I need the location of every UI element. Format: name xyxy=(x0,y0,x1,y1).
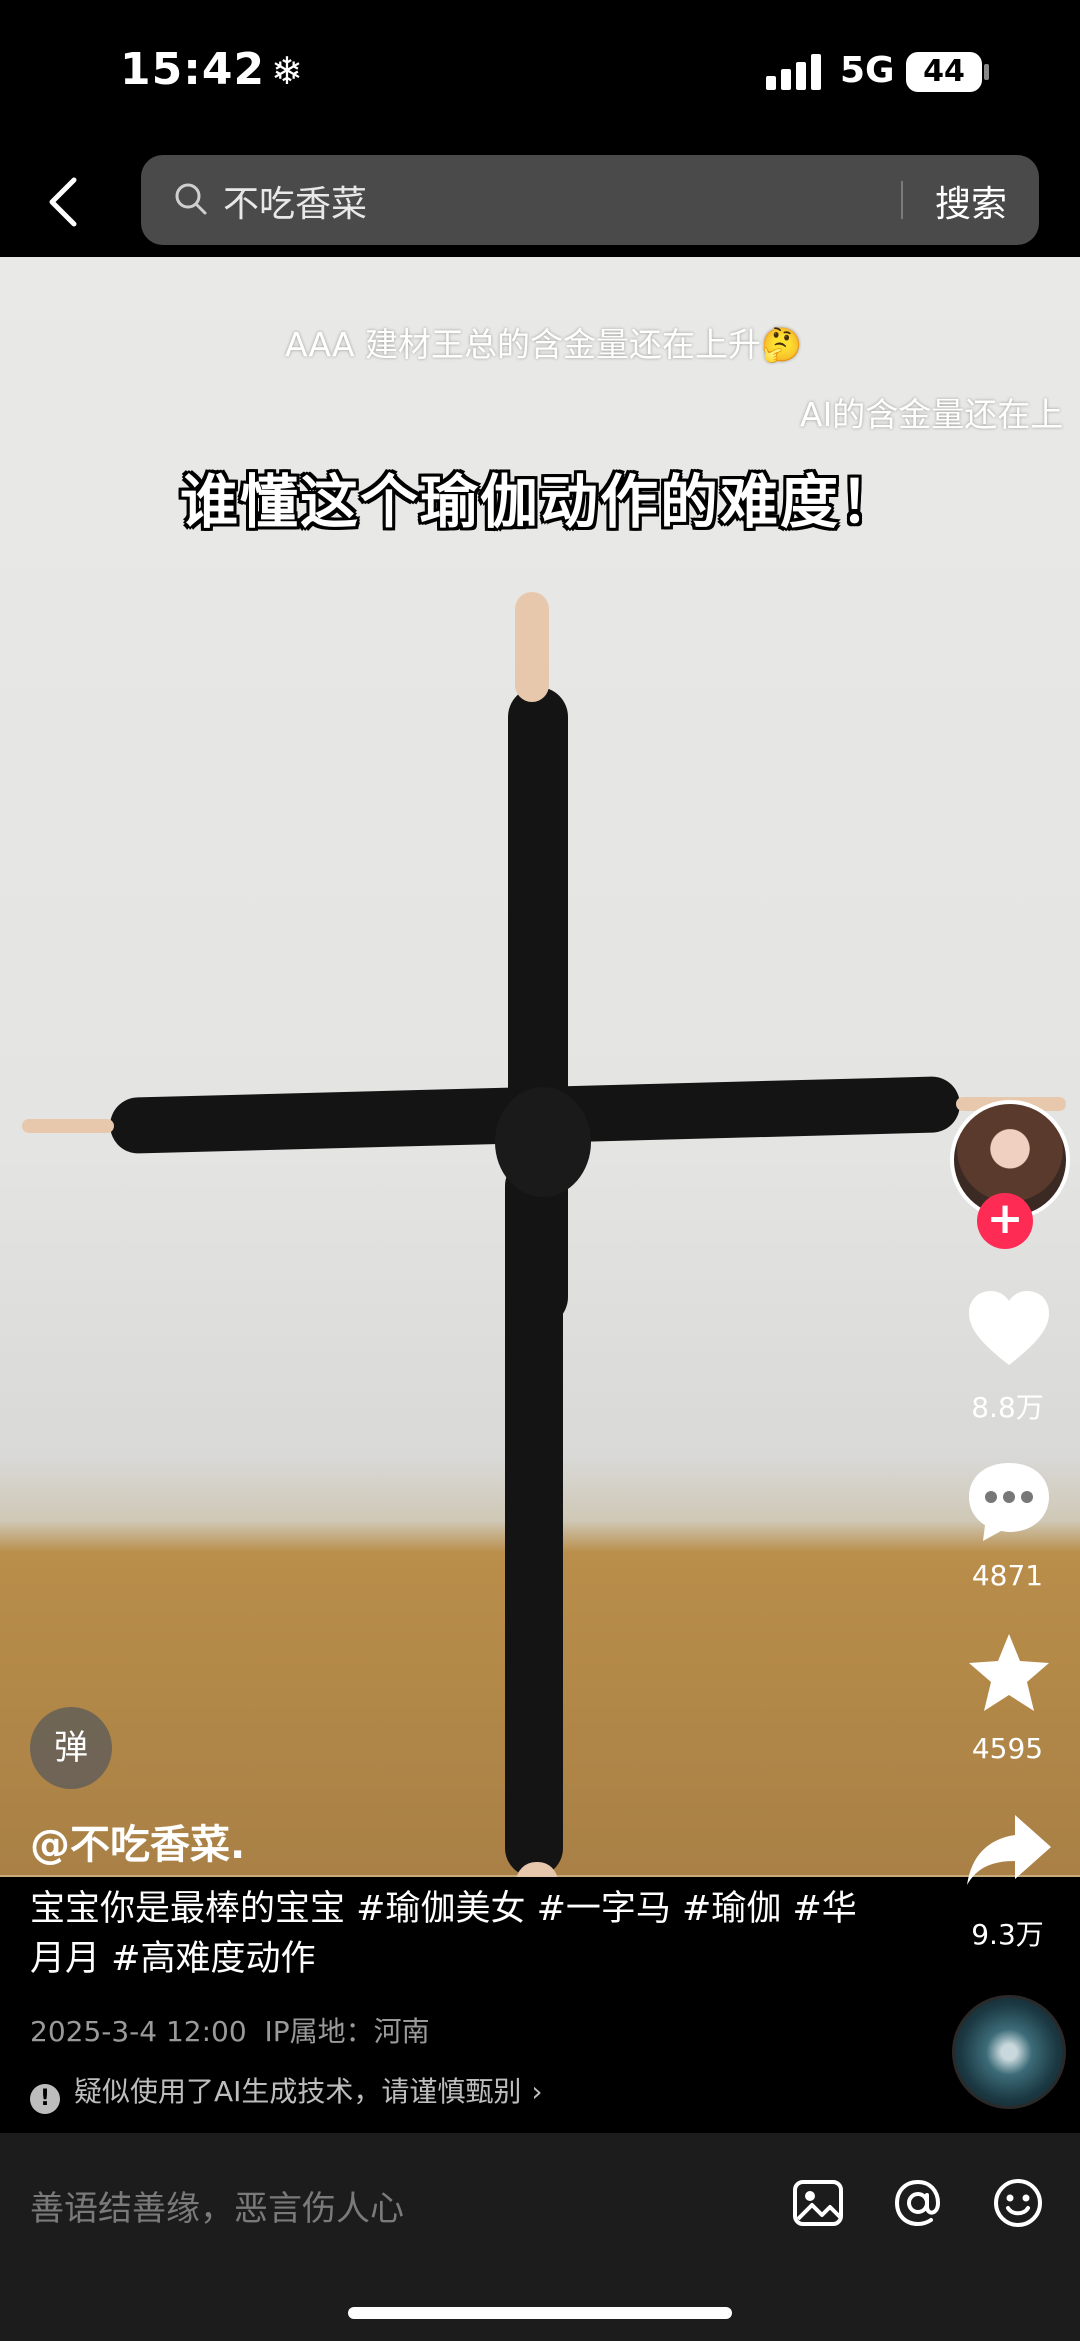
search-button[interactable]: 搜索 xyxy=(935,175,1007,227)
search-input[interactable]: 不吃香菜 xyxy=(223,175,367,227)
snowflake-icon: ❄ xyxy=(271,49,304,93)
home-indicator[interactable] xyxy=(348,2307,732,2319)
ip-location: IP属地：河南 xyxy=(264,2015,430,2048)
back-button[interactable] xyxy=(40,172,88,232)
search-icon xyxy=(175,183,207,215)
post-description: 宝宝你是最棒的宝宝 #瑜伽美女 #一字马 #瑜伽 #华月月 #高难度动作 xyxy=(30,1889,857,1979)
like-count: 8.8万 xyxy=(971,1391,1044,1424)
danmaku-comment: AI的含金量还在上 xyxy=(800,395,1064,434)
battery-tip xyxy=(984,64,989,80)
share-icon[interactable] xyxy=(963,1805,1055,1897)
battery-icon: 44 xyxy=(906,52,982,92)
emoji-icon[interactable] xyxy=(990,2175,1046,2231)
figure-lower-leg xyxy=(505,1157,563,1877)
comment-icon[interactable] xyxy=(963,1455,1055,1547)
figure-left-hand xyxy=(22,1119,114,1133)
search-bar[interactable]: 不吃香菜 搜索 xyxy=(141,155,1039,245)
image-icon[interactable] xyxy=(790,2175,846,2231)
post-meta: 2025-3-4 12:00 IP属地：河南 xyxy=(30,2010,430,2050)
chevron-left-icon xyxy=(49,177,77,227)
figure-top-foot xyxy=(515,592,549,702)
music-disc[interactable] xyxy=(952,1995,1066,2109)
signal-icon xyxy=(766,54,822,90)
ai-notice-text: 疑似使用了AI生成技术，请谨慎甄别 xyxy=(74,2075,522,2108)
comment-input[interactable]: 善语结善缘，恶言伤人心 xyxy=(30,2181,404,2230)
search-divider xyxy=(901,181,903,219)
post-date: 2025-3-4 12:00 xyxy=(30,2015,247,2048)
chevron-right-icon: › xyxy=(531,2075,543,2108)
danmaku-toggle-button[interactable]: 弹 xyxy=(30,1707,112,1789)
figure-head xyxy=(495,1087,591,1197)
network-type: 5G xyxy=(840,50,895,91)
status-time: 15:42 ❄ xyxy=(120,44,304,95)
star-icon[interactable] xyxy=(963,1628,1055,1720)
ai-notice[interactable]: ! 疑似使用了AI生成技术，请谨慎甄别 › xyxy=(30,2070,543,2114)
follow-button[interactable]: + xyxy=(977,1193,1033,1249)
warning-icon: ! xyxy=(30,2084,60,2114)
author-name[interactable]: @不吃香菜. xyxy=(30,1812,245,1870)
video-caption: 谁懂这个瑜伽动作的难度！ xyxy=(180,468,901,536)
danmaku-comment: AAA 建材王总的含金量还在上升🤔 xyxy=(285,325,803,364)
favorite-count: 4595 xyxy=(971,1732,1044,1765)
heart-icon[interactable] xyxy=(963,1283,1055,1375)
comment-count: 4871 xyxy=(971,1559,1044,1592)
comment-bar: 善语结善缘，恶言伤人心 xyxy=(0,2133,1080,2341)
mention-icon[interactable] xyxy=(890,2175,946,2231)
share-count: 9.3万 xyxy=(971,1918,1044,1951)
